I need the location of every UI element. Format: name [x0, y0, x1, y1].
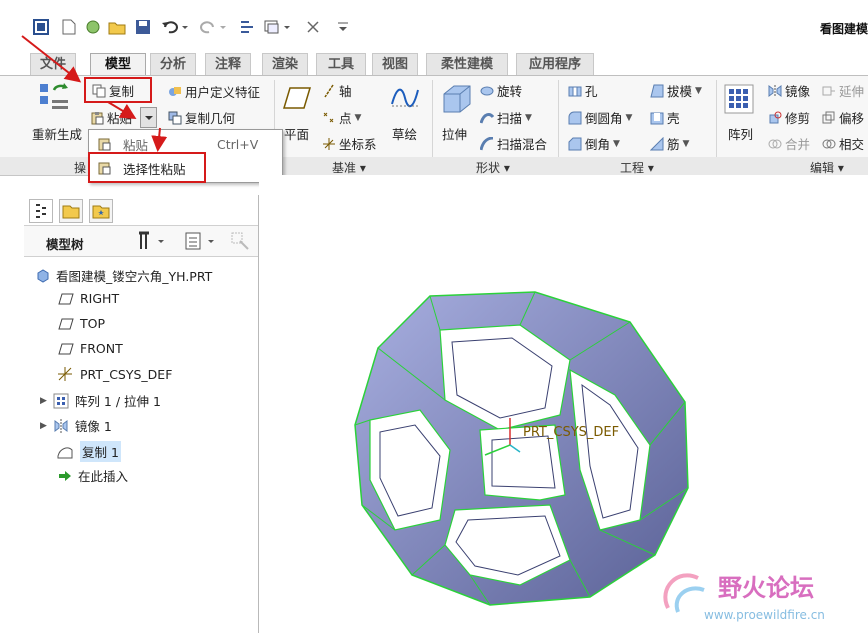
tree-item-csys[interactable]: PRT_CSYS_DEF: [56, 366, 172, 382]
tree-item-copy[interactable]: 复制 1: [56, 441, 121, 462]
navigator-tabs: [24, 195, 258, 226]
tab-folder-browser[interactable]: [59, 199, 83, 223]
csys-viewport-label: PRT_CSYS_DEF: [523, 425, 620, 440]
tree-item-mirror-label: 镜像 1: [74, 419, 112, 434]
expand-arrow-icon[interactable]: ▶: [40, 421, 47, 431]
mirror-icon: [54, 418, 68, 433]
tree-settings-icon[interactable]: [138, 231, 168, 254]
model-tree-title: 模型树: [46, 237, 84, 252]
tab-favorites[interactable]: [89, 199, 113, 223]
tree-item-copy-label: 复制 1: [80, 441, 121, 462]
insert-arrow-icon: [59, 470, 71, 481]
tree-root-label: 看图建模_镂空六角_YH.PRT: [56, 269, 213, 284]
watermark-name: 野火论坛: [718, 574, 814, 602]
watermark-url: www.proewildfire.cn: [704, 608, 825, 622]
copy-surface-icon: [57, 447, 73, 458]
tree-item-top-label: TOP: [80, 316, 106, 331]
datum-plane-icon: [58, 318, 74, 329]
tree-filter-icon[interactable]: [230, 231, 252, 254]
expand-arrow-icon[interactable]: ▶: [40, 396, 47, 406]
model-3d-view[interactable]: [259, 175, 868, 633]
tree-item-front-label: FRONT: [80, 341, 123, 356]
tree-root[interactable]: 看图建模_镂空六角_YH.PRT: [36, 266, 212, 285]
tree-item-pattern-label: 阵列 1 / 拉伸 1: [74, 394, 161, 409]
pattern-icon: [53, 393, 69, 408]
coordinate-system-icon: [58, 367, 72, 381]
model-tree-panel: [24, 195, 259, 633]
tree-columns-icon[interactable]: [184, 231, 218, 254]
tree-item-csys-label: PRT_CSYS_DEF: [80, 366, 173, 382]
annotation-arrows: [21, 35, 168, 152]
tree-item-mirror[interactable]: ▶ 镜像 1: [40, 416, 112, 435]
tree-item-right[interactable]: RIGHT: [58, 291, 119, 306]
model-tree-header: 模型树: [24, 226, 258, 257]
tree-item-front[interactable]: FRONT: [58, 341, 123, 356]
tree-item-top[interactable]: TOP: [58, 316, 105, 331]
tree-item-insert-label: 在此插入: [78, 469, 129, 484]
datum-plane-icon: [58, 293, 74, 304]
tree-item-insert-here[interactable]: 在此插入: [58, 466, 128, 485]
tree-item-pattern[interactable]: ▶ 阵列 1 / 拉伸 1: [40, 391, 161, 410]
tab-model-tree[interactable]: [29, 199, 53, 223]
graphics-viewport[interactable]: PRT_CSYS_DEF: [259, 175, 868, 633]
part-icon: [37, 268, 49, 283]
datum-plane-icon: [58, 343, 74, 354]
tree-item-right-label: RIGHT: [80, 291, 120, 306]
